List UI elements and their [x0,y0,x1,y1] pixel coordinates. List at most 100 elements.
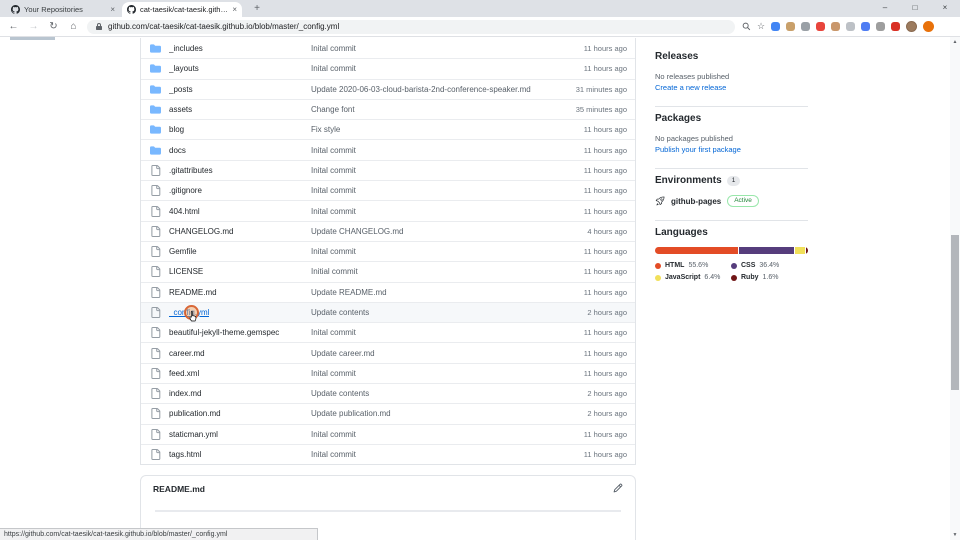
environment-github-pages-link[interactable]: github-pages [671,197,721,206]
file-row-.gitignore[interactable]: .gitignore Inital commit 11 hours ago [141,180,635,200]
commit-message-link[interactable]: Update publication.md [311,409,531,418]
commit-message-link[interactable]: Change font [311,105,531,114]
file-row-_config.yml[interactable]: _config.yml Update contents 2 hours ago [141,302,635,322]
file-name-link[interactable]: feed.xml [169,369,199,378]
languages-bar[interactable] [655,247,808,254]
browser-extension-basket-icon[interactable] [831,22,840,31]
commit-message-link[interactable]: Update 2020-06-03-cloud-barista-2nd-conf… [311,85,531,94]
browser-extension-shield-icon[interactable] [891,22,900,31]
scroll-down-icon[interactable]: ▼ [950,530,960,540]
scroll-up-icon[interactable]: ▲ [950,37,960,47]
zoom-icon[interactable] [742,22,751,31]
file-row-tags.html[interactable]: tags.html Inital commit 11 hours ago [141,444,635,464]
file-name-link[interactable]: publication.md [169,409,221,418]
language-legend-ruby[interactable]: Ruby1.6% [731,274,808,281]
maximize-button[interactable]: □ [900,0,930,17]
commit-message-link[interactable]: Inital commit [311,146,531,155]
commit-message-link[interactable]: Initial commit [311,267,531,276]
browser-extension-cursor-icon[interactable] [801,22,810,31]
commit-message-link[interactable]: Update contents [311,308,531,317]
back-button[interactable]: ← [7,21,20,32]
file-row-Gemfile[interactable]: Gemfile Inital commit 11 hours ago [141,241,635,261]
commit-message-link[interactable]: Inital commit [311,186,531,195]
file-name-link[interactable]: career.md [169,349,205,358]
file-name-link[interactable]: .gitignore [169,186,202,195]
file-name-link[interactable]: 404.html [169,207,200,216]
language-legend-javascript[interactable]: JavaScript6.4% [655,274,731,281]
page-scrollbar[interactable]: ▲ ▼ [950,37,960,540]
commit-message-link[interactable]: Inital commit [311,166,531,175]
file-name-link[interactable]: _posts [169,85,193,94]
file-name-link[interactable]: Gemfile [169,247,197,256]
file-row-README.md[interactable]: README.md Update README.md 11 hours ago [141,282,635,302]
file-row-404.html[interactable]: 404.html Inital commit 11 hours ago [141,200,635,220]
commit-message-link[interactable]: Update CHANGELOG.md [311,227,531,236]
close-button[interactable]: × [930,0,960,17]
language-legend-html[interactable]: HTML55.6% [655,262,731,269]
browser-extension-gray-icon[interactable] [846,22,855,31]
forward-button[interactable]: → [27,21,40,32]
commit-message-link[interactable]: Update README.md [311,288,531,297]
commit-message-link[interactable]: Update contents [311,389,531,398]
tab-close-icon[interactable]: × [232,5,237,14]
commit-message-link[interactable]: Inital commit [311,64,531,73]
file-name-link[interactable]: _layouts [169,64,199,73]
file-name-link[interactable]: docs [169,146,186,155]
commit-message-link[interactable]: Inital commit [311,430,531,439]
file-row-assets[interactable]: assets Change font 35 minutes ago [141,99,635,119]
browser-extension-lightgray-icon[interactable] [876,22,885,31]
minimize-button[interactable]: – [870,0,900,17]
file-name-link[interactable]: staticman.yml [169,430,218,439]
file-row-index.md[interactable]: index.md Update contents 2 hours ago [141,383,635,403]
publish-package-link[interactable]: Publish your first package [655,144,808,155]
commit-message-link[interactable]: Inital commit [311,207,531,216]
file-name-link[interactable]: index.md [169,389,201,398]
commit-message-link[interactable]: Fix style [311,125,531,134]
commit-message-link[interactable]: Inital commit [311,328,531,337]
file-row-_layouts[interactable]: _layouts Inital commit 11 hours ago [141,58,635,78]
create-release-link[interactable]: Create a new release [655,82,808,93]
browser-extension-tampermonkey-icon[interactable] [786,22,795,31]
address-bar[interactable]: github.com/cat-taesik/cat-taesik.github.… [87,20,735,34]
scrollbar-thumb[interactable] [951,235,959,390]
bookmark-star-icon[interactable]: ☆ [757,21,765,32]
tab-repo-config-yml[interactable]: cat-taesik/cat-taesik.github.io: × [122,2,242,17]
file-row-docs[interactable]: docs Inital commit 11 hours ago [141,139,635,159]
tab-your-repositories[interactable]: Your Repositories × [6,2,120,17]
new-tab-button[interactable]: + [250,2,264,16]
file-row-staticman.yml[interactable]: staticman.yml Inital commit 11 hours ago [141,424,635,444]
profile-avatar[interactable] [906,21,917,32]
reload-button[interactable]: ↻ [47,21,60,32]
browser-extension-asterisk-icon[interactable] [861,22,870,31]
file-name-link[interactable]: .gitattributes [169,166,213,175]
file-name-link[interactable]: blog [169,125,184,134]
commit-message-link[interactable]: Inital commit [311,369,531,378]
file-row-LICENSE[interactable]: LICENSE Initial commit 11 hours ago [141,261,635,281]
file-row-.gitattributes[interactable]: .gitattributes Inital commit 11 hours ag… [141,160,635,180]
file-name-link[interactable]: assets [169,105,192,114]
file-row-CHANGELOG.md[interactable]: CHANGELOG.md Update CHANGELOG.md 4 hours… [141,221,635,241]
tab-close-icon[interactable]: × [110,5,115,14]
file-row-_includes[interactable]: _includes Inital commit 11 hours ago [141,38,635,58]
commit-message-link[interactable]: Inital commit [311,450,531,459]
file-name-link[interactable]: LICENSE [169,267,203,276]
file-row-beautiful-jekyll-theme.gemspec[interactable]: beautiful-jekyll-theme.gemspec Inital co… [141,322,635,342]
browser-extension-red-badge-icon[interactable] [816,22,825,31]
file-name-link[interactable]: README.md [169,288,217,297]
file-row-blog[interactable]: blog Fix style 11 hours ago [141,119,635,139]
file-row-feed.xml[interactable]: feed.xml Inital commit 11 hours ago [141,363,635,383]
commit-message-link[interactable]: Update career.md [311,349,531,358]
file-name-link[interactable]: CHANGELOG.md [169,227,233,236]
file-row-_posts[interactable]: _posts Update 2020-06-03-cloud-barista-2… [141,79,635,99]
file-name-link[interactable]: tags.html [169,450,201,459]
browser-menu-icon[interactable] [923,21,934,32]
edit-readme-pencil-icon[interactable] [613,480,623,498]
file-name-link[interactable]: _includes [169,44,203,53]
file-row-publication.md[interactable]: publication.md Update publication.md 2 h… [141,403,635,423]
commit-message-link[interactable]: Inital commit [311,44,531,53]
language-legend-css[interactable]: CSS36.4% [731,262,808,269]
commit-message-link[interactable]: Inital commit [311,247,531,256]
browser-extension-translate-icon[interactable] [771,22,780,31]
home-button[interactable]: ⌂ [67,21,80,32]
file-name-link[interactable]: beautiful-jekyll-theme.gemspec [169,328,279,337]
